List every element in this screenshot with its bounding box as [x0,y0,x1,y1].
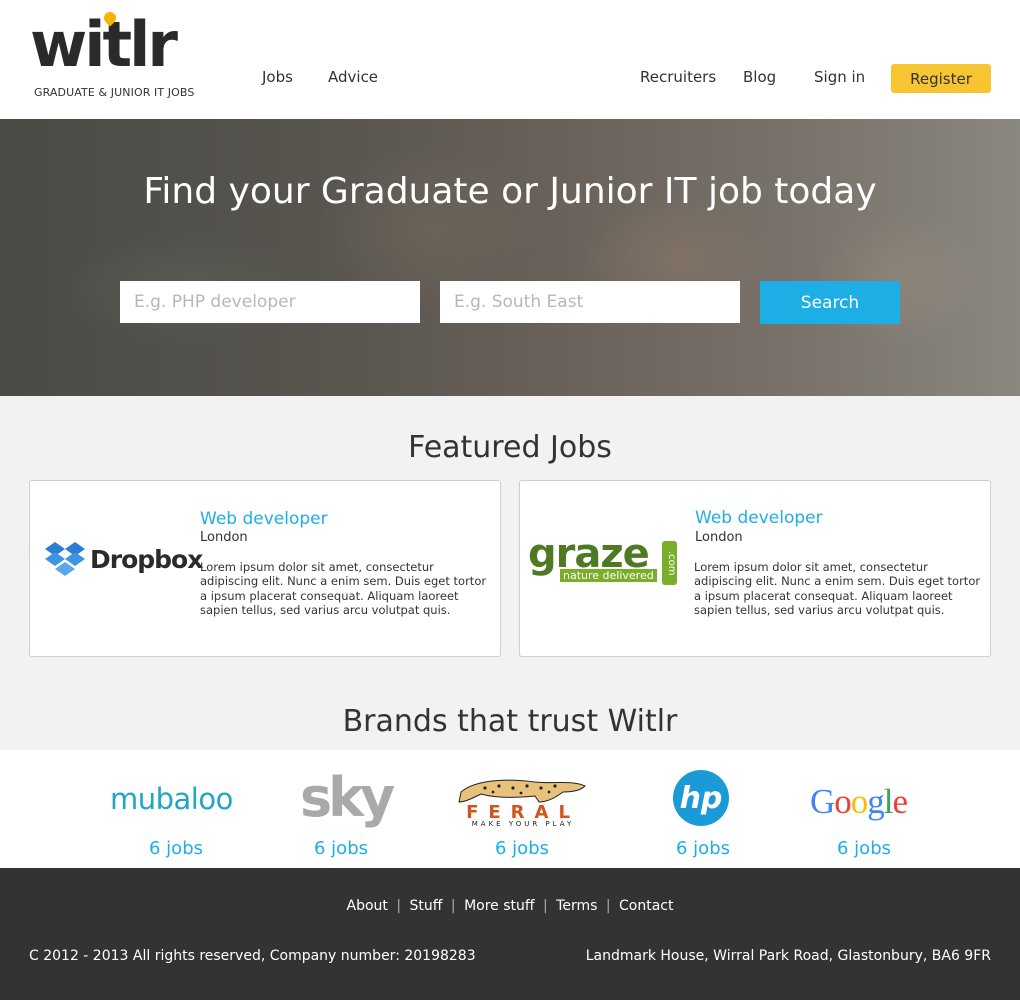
footer-contact-link[interactable]: Contact [619,898,673,914]
keyword-search-input[interactable] [120,281,420,323]
site-header: witlr GRADUATE & JUNIOR IT JOBS Jobs Adv… [0,0,1020,119]
google-wordmark: Google [810,782,908,821]
google-logo[interactable]: Google [810,782,908,822]
register-button[interactable]: Register [891,64,991,93]
job-title-link[interactable]: Web developer [695,508,823,528]
job-card[interactable]: Dropbox Web developer London Lorem ipsum… [29,480,501,657]
nav-jobs-link[interactable]: Jobs [262,68,293,86]
footer-separator: | [542,898,548,914]
footer-terms-link[interactable]: Terms [556,898,597,914]
brand-job-count-link[interactable]: 6 jobs [814,838,914,859]
feral-tagline: MAKE YOUR PLAY [471,820,575,828]
footer-separator: | [450,898,456,914]
logo-wordmark: witlr [30,8,178,81]
company-address: Landmark House, Wirral Park Road, Glasto… [585,948,991,964]
nav-recruiters-link[interactable]: Recruiters [640,68,716,86]
mubaloo-logo[interactable]: mubaloo [110,782,233,816]
graze-logo: graze nature delivered .com [528,531,678,589]
dropbox-icon [45,542,85,576]
nav-advice-link[interactable]: Advice [328,68,378,86]
hp-logo[interactable]: hp [673,770,729,826]
brand-job-count-link[interactable]: 6 jobs [472,838,572,859]
nav-blog-link[interactable]: Blog [743,68,776,86]
copyright-text: C 2012 - 2013 All rights reserved, Compa… [29,948,476,964]
witlr-logo[interactable]: witlr GRADUATE & JUNIOR IT JOBS [30,10,200,102]
graze-com-badge: .com [662,541,677,585]
cheetah-icon [458,779,586,803]
footer-links: About | Stuff | More stuff | Terms | Con… [0,898,1020,914]
dropbox-wordmark: Dropbox [90,545,203,574]
footer-separator: | [396,898,402,914]
brand-job-count-link[interactable]: 6 jobs [126,838,226,859]
footer-more-stuff-link[interactable]: More stuff [464,898,534,914]
feral-logo[interactable]: FERAL MAKE YOUR PLAY [455,772,591,830]
site-footer: About | Stuff | More stuff | Terms | Con… [0,868,1020,1000]
footer-separator: | [605,898,611,914]
footer-stuff-link[interactable]: Stuff [410,898,443,914]
sky-logo[interactable]: sky [300,768,395,828]
job-title-link[interactable]: Web developer [200,509,328,529]
job-description: Lorem ipsum dolor sit amet, consectetur … [200,560,487,617]
search-button[interactable]: Search [760,281,900,324]
sign-in-link[interactable]: Sign in [814,68,865,86]
featured-jobs-heading: Featured Jobs [408,430,612,465]
brand-job-count-link[interactable]: 6 jobs [653,838,753,859]
brands-heading: Brands that trust Witlr [342,704,678,739]
brand-job-count-link[interactable]: 6 jobs [291,838,391,859]
footer-about-link[interactable]: About [347,898,388,914]
logo-tagline: GRADUATE & JUNIOR IT JOBS [34,86,195,99]
hero-banner: Find your Graduate or Junior IT job toda… [0,119,1020,396]
hero-title: Find your Graduate or Junior IT job toda… [143,171,877,212]
job-description: Lorem ipsum dolor sit amet, consectetur … [694,560,981,617]
job-card[interactable]: graze nature delivered .com Web develope… [519,480,991,657]
graze-tagline: nature delivered [560,569,657,582]
job-location: London [200,530,248,545]
brands-strip: mubaloo 6 jobs sky 6 jobs FERAL MAKE YOU… [0,750,1020,868]
job-location: London [695,530,743,545]
location-search-input[interactable] [440,281,740,323]
dropbox-logo: Dropbox [44,541,203,581]
